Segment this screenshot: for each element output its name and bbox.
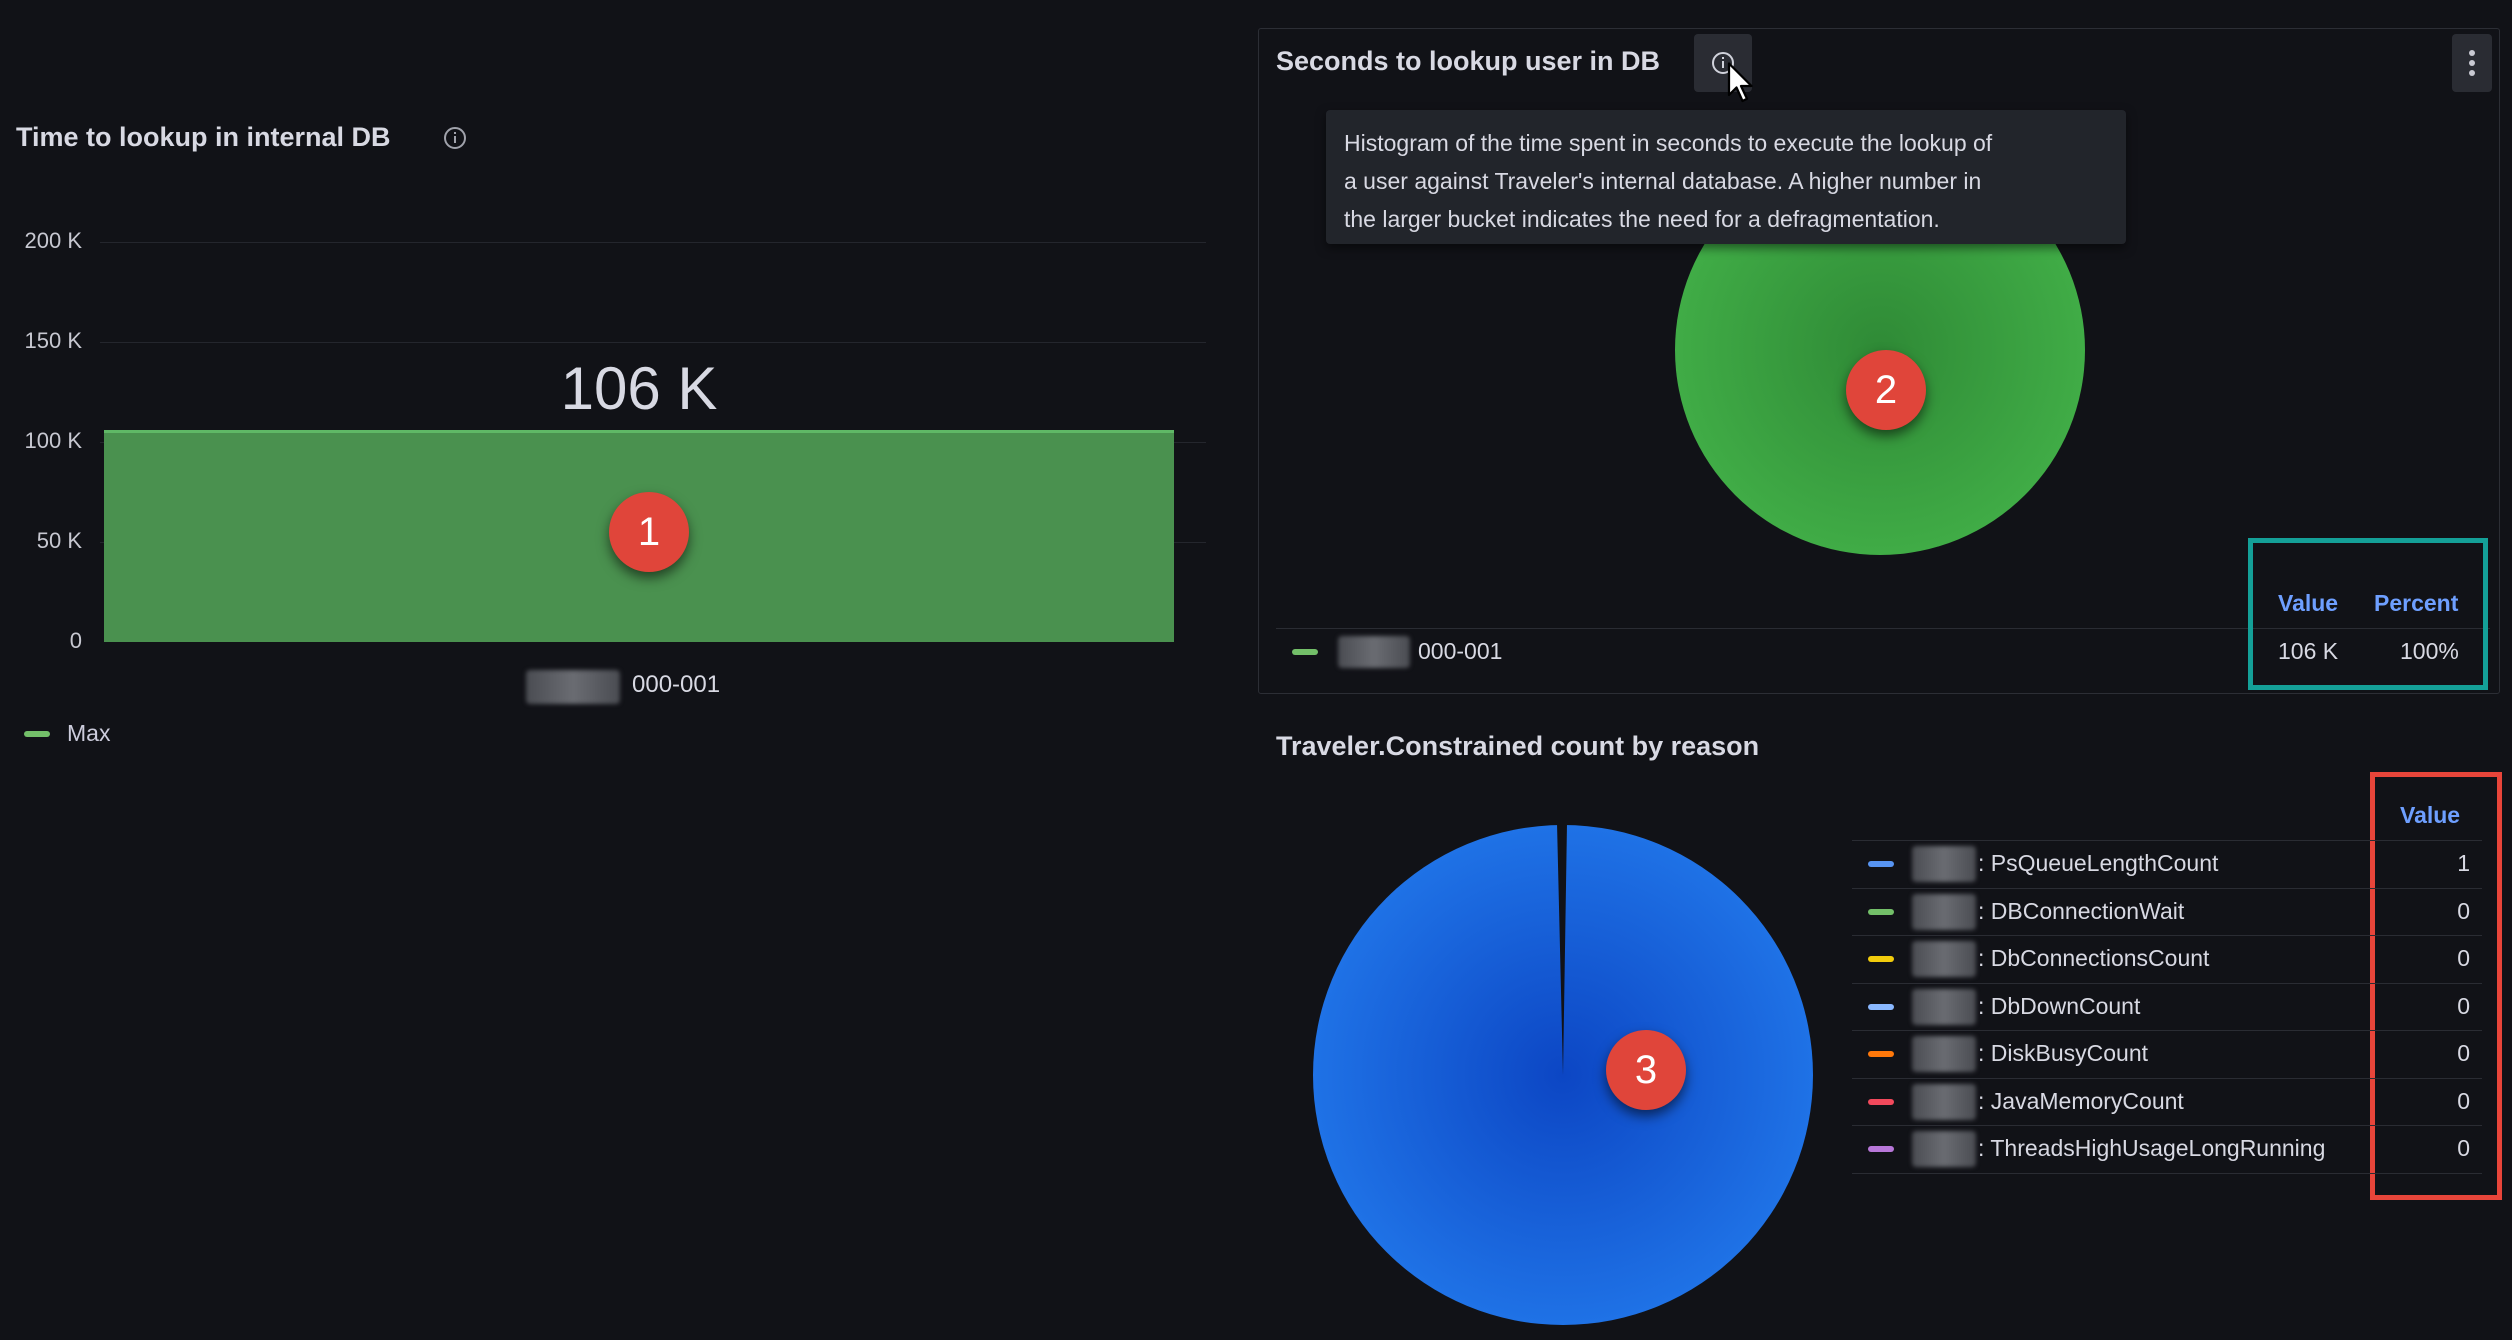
panel-menu-button[interactable]: [2452, 34, 2492, 92]
legend-swatch: [1868, 1003, 1894, 1010]
y-tick-label: 100 K: [24, 428, 83, 453]
vertical-dots-icon: [2469, 50, 2475, 76]
reason-value: 0: [2457, 1040, 2470, 1066]
reason-label[interactable]: : DbDownCount: [1978, 993, 2366, 1020]
row-divider: [1852, 840, 2482, 841]
y-tick-label: 200 K: [24, 228, 83, 253]
redacted-label: [526, 670, 620, 704]
legend-swatch: [24, 731, 50, 737]
legend-swatch: [1292, 649, 1318, 655]
reason-label[interactable]: : PsQueueLengthCount: [1978, 850, 2366, 877]
column-header-percent[interactable]: Percent: [2374, 590, 2458, 617]
reason-label[interactable]: : DiskBusyCount: [1978, 1040, 2366, 1067]
grid-line: [100, 342, 1206, 343]
tooltip-line: the larger bucket indicates the need for…: [1344, 206, 1940, 232]
redacted-label: [1912, 893, 1976, 930]
info-icon[interactable]: [443, 126, 467, 150]
grid-line: [100, 242, 1206, 243]
legend-swatch: [1868, 908, 1894, 915]
reason-label[interactable]: : DBConnectionWait: [1978, 898, 2366, 925]
row-divider: [1852, 1077, 2482, 1079]
reason-value: 0: [2457, 1087, 2470, 1114]
y-tick-label: 150 K: [24, 328, 83, 353]
reason-value: 0: [2457, 945, 2470, 971]
row-divider: [1852, 982, 2482, 984]
row-divider: [1852, 1172, 2482, 1174]
row-divider: [1852, 887, 2482, 889]
value-cell: 106 K: [2278, 638, 2339, 664]
annotation-marker-1: 1: [609, 492, 689, 572]
row-divider: [1852, 935, 2482, 936]
legend-swatch: [1868, 1098, 1894, 1105]
legend-swatch: [1868, 1051, 1894, 1057]
pie-chart: [1313, 823, 1813, 1325]
bar-value-label: 106 K: [560, 355, 718, 422]
redacted-label: [1338, 636, 1410, 668]
legend-label[interactable]: Max: [67, 720, 110, 747]
legend-label[interactable]: 000-001: [1418, 638, 1502, 665]
annotation-marker-2: 2: [1846, 350, 1926, 430]
percent-cell: 100%: [2400, 638, 2459, 664]
row-divider: [1852, 1125, 2482, 1126]
column-header-value[interactable]: Value: [2400, 802, 2460, 829]
reason-label[interactable]: : JavaMemoryCount: [1978, 1088, 2366, 1115]
reason-value: 0: [2457, 1135, 2470, 1161]
annotation-marker-3: 3: [1606, 1030, 1686, 1110]
redacted-label: [1912, 941, 1976, 977]
redacted-label: [1912, 988, 1976, 1025]
constrained-panel-title: Traveler.Constrained count by reason: [1276, 731, 1760, 761]
reason-value: 1: [2457, 850, 2470, 876]
left-panel-title: Time to lookup in internal DB: [16, 122, 391, 152]
column-header-value[interactable]: Value: [2278, 590, 2338, 617]
reason-label[interactable]: : ThreadsHighUsageLongRunning: [1978, 1135, 2366, 1162]
reason-value: 0: [2457, 992, 2470, 1019]
row-divider: [1852, 1030, 2482, 1031]
tooltip-line: Histogram of the time spent in seconds t…: [1344, 130, 1993, 156]
legend-swatch: [1868, 861, 1894, 867]
reason-label[interactable]: : DbConnectionsCount: [1978, 945, 2366, 972]
y-tick-label: 50 K: [36, 528, 82, 553]
legend-swatch: [1868, 1146, 1894, 1152]
tooltip-line: a user against Traveler's internal datab…: [1344, 168, 1982, 194]
redacted-label: [1912, 846, 1976, 882]
x-category-label: 000-001: [632, 671, 721, 698]
cursor-icon: [1727, 62, 1753, 103]
info-tooltip: Histogram of the time spent in seconds t…: [1326, 110, 2126, 244]
legend-swatch: [1868, 956, 1894, 962]
histogram-panel-title: Seconds to lookup user in DB: [1276, 46, 1661, 76]
y-tick-label: 0: [69, 628, 82, 653]
reason-value: 0: [2457, 897, 2470, 924]
redacted-label: [1912, 1036, 1976, 1072]
redacted-label: [1912, 1131, 1976, 1167]
redacted-label: [1912, 1083, 1976, 1120]
